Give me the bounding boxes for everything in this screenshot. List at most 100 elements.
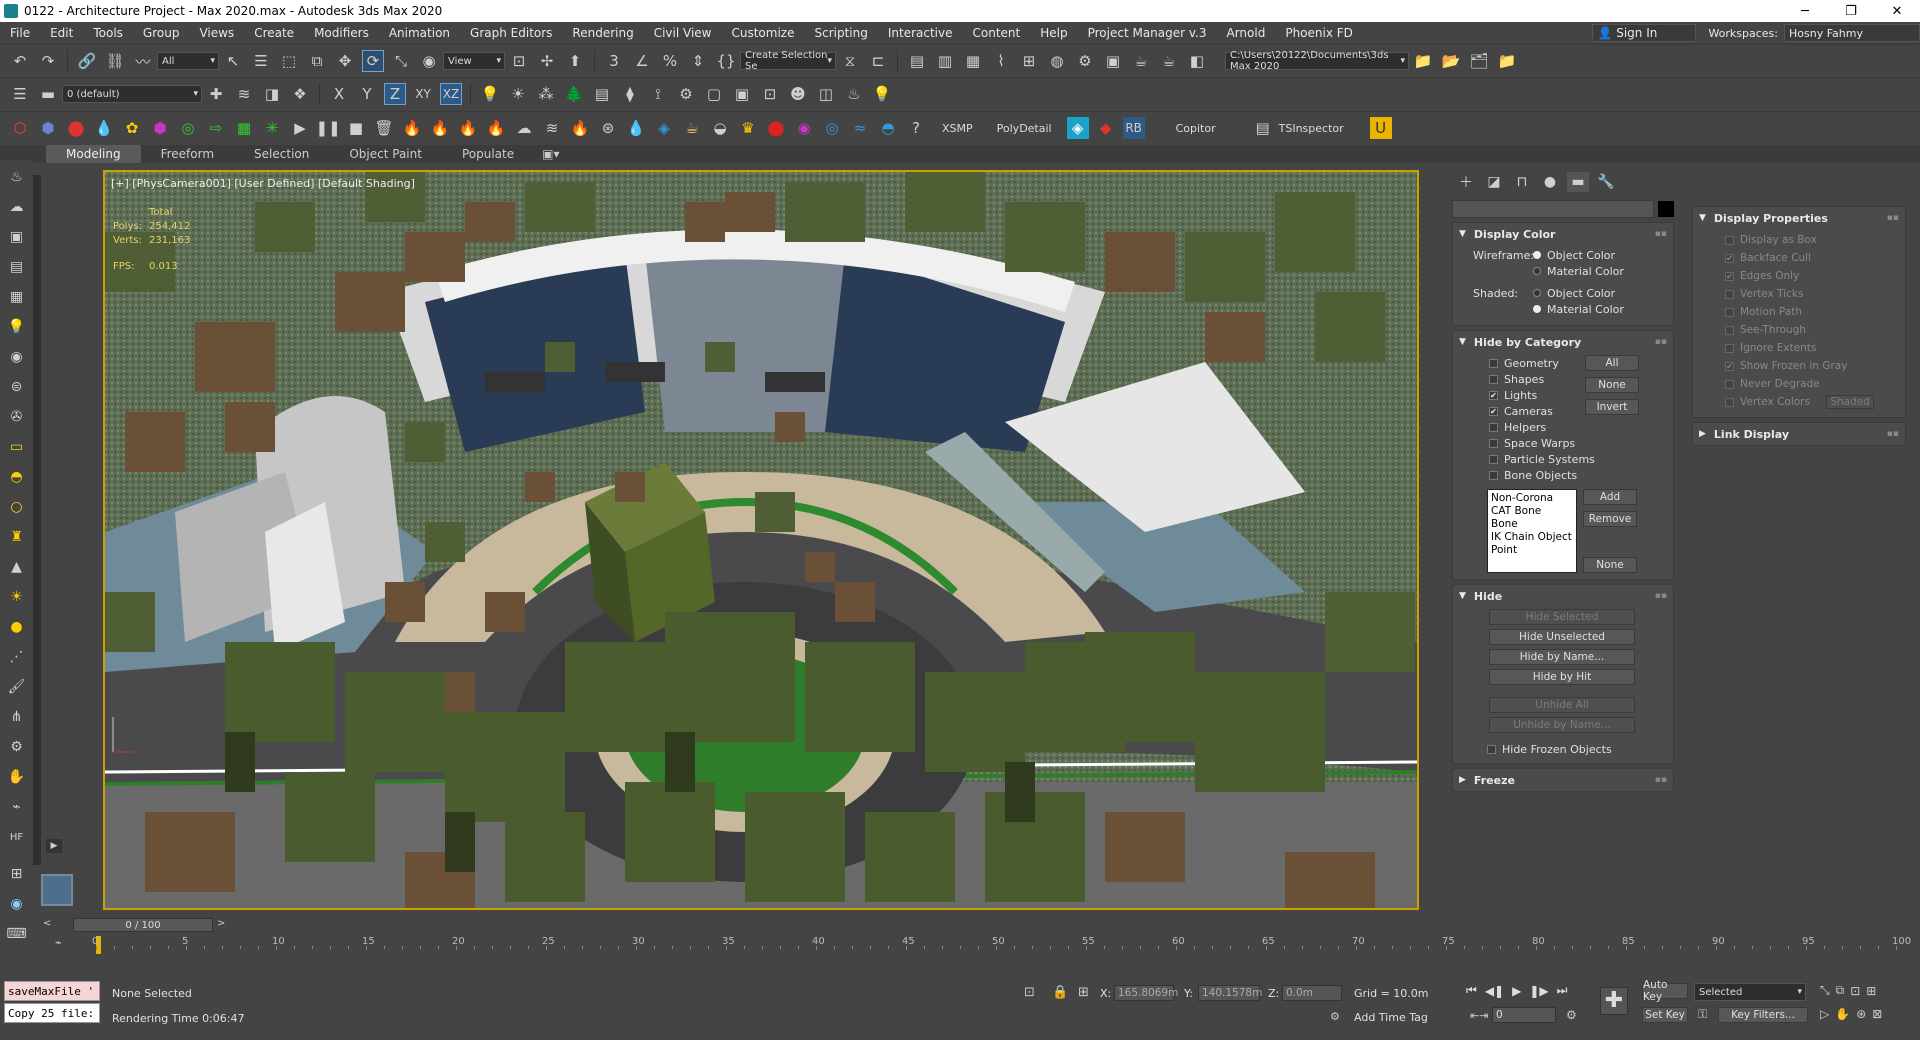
select-manipulate-icon[interactable]: ✢ [536,50,558,72]
bone-objects-checkbox[interactable] [1489,470,1498,480]
viewport-thumb[interactable] [41,874,73,906]
menu-create[interactable]: Create [244,26,304,40]
category-list[interactable]: Non-Corona CAT Bone Bone IK Chain Object… [1487,489,1577,573]
rendered-frame-icon[interactable]: ▣ [1102,50,1124,72]
object-name-field[interactable] [1452,200,1655,218]
project-folder4-icon[interactable]: 📁 [1496,50,1518,72]
hide-selected-button[interactable]: Hide Selected [1489,609,1635,625]
ribbon-options-icon[interactable]: ▣▾ [534,145,567,163]
plugin-diamond-icon[interactable]: ◆ [1095,117,1117,139]
dome-icon[interactable]: ◓ [5,465,29,489]
tsinspector-button[interactable]: TSInspector [1279,122,1344,135]
go-to-start-icon[interactable]: ⏮ [1466,983,1477,998]
menu-phoenix-fd[interactable]: Phoenix FD [1275,26,1363,40]
track-bar[interactable]: 0 5 10 15 20 25 30 35 40 45 50 55 60 65 70 75 80 85 90 95 10… [92,936,1911,954]
space-warps-checkbox[interactable] [1489,438,1498,448]
water-icon[interactable]: 💧 [93,117,115,139]
hide-by-hit-button[interactable]: Hide by Hit [1489,669,1635,685]
minimize-button[interactable]: ─ [1782,4,1828,19]
ribbon-tab-populate[interactable]: Populate [442,145,534,163]
layer-visibility-icon[interactable]: ▬ [37,83,59,105]
camera-viewport[interactable]: [+] [PhysCamera001] [User Defined] [Defa… [103,170,1419,910]
cup-icon[interactable]: ☕ [681,117,703,139]
people-icon[interactable]: ☻ [787,83,809,105]
key-filters-button[interactable]: Key Filters... [1718,1007,1808,1023]
cone-icon[interactable]: ▲ [5,555,29,579]
sun-left-icon[interactable]: ☀ [5,585,29,609]
record-icon[interactable]: ⬤ [765,117,787,139]
time-config-icon[interactable]: ⚙ [1566,1008,1577,1022]
fire-icon[interactable]: ⬤ [65,117,87,139]
list-item[interactable]: IK Chain Object [1491,531,1573,544]
project-path-dropdown[interactable]: C:\Users\20122\Documents\3ds Max 2020 [1225,50,1409,72]
bind-spacewarp-icon[interactable]: 〰 [132,50,154,72]
boot-icon[interactable]: ⌁ [5,795,29,819]
hide-header[interactable]: ▼ Hide ▪▪ [1453,585,1673,607]
table-icon[interactable]: ▦ [5,285,29,309]
key-selection-dropdown[interactable]: Selected [1694,983,1806,1001]
rotate-icon[interactable]: ⟳ [362,50,384,72]
isolate-icon[interactable]: ⊡ [1024,985,1035,1000]
menu-graph-editors[interactable]: Graph Editors [460,26,562,40]
frame-icon[interactable]: ⊡ [759,83,781,105]
menu-rendering[interactable]: Rendering [562,26,643,40]
geosphere-icon[interactable]: ⬢ [37,117,59,139]
viewport-icon[interactable]: ▣ [731,83,753,105]
go-to-end-icon[interactable]: ⏭ [1557,983,1568,998]
toggle-ribbon-icon[interactable]: ▥ [934,50,956,72]
material-editor-icon[interactable]: ◍ [1046,50,1068,72]
fire-sim3-icon[interactable]: 🔥 [457,117,479,139]
object-color-swatch[interactable] [1658,201,1674,217]
scale-icon[interactable]: ⤡ [390,50,412,72]
category-none-button[interactable]: None [1585,377,1639,393]
scene-explorer-icon[interactable]: ▦ [962,50,984,72]
curve-editor-icon[interactable]: ⌇ [990,50,1012,72]
display-as-box-checkbox[interactable] [1725,235,1734,245]
wind-icon[interactable]: ≋ [541,117,563,139]
lock-icon[interactable]: 🔒 [1052,985,1068,1000]
burst-icon[interactable]: ✳ [261,117,283,139]
fire-sim4-icon[interactable]: 🔥 [485,117,507,139]
cameras-checkbox[interactable]: ✔ [1489,406,1498,416]
time-prev-arrow[interactable]: < [43,918,51,929]
key-mode-icon[interactable]: ⇤⇥ [1470,1009,1488,1022]
maxscript-input[interactable]: saveMaxFile ' [4,981,100,1001]
menu-interactive[interactable]: Interactive [878,26,963,40]
create-tab-icon[interactable]: ＋ [1455,172,1477,192]
current-frame-field[interactable]: 0 [1492,1007,1556,1023]
fire-sim-icon[interactable]: 🔥 [401,117,423,139]
grid-left-icon[interactable]: ⊞ [5,862,29,886]
modify-tab-icon[interactable]: ◪ [1483,172,1505,192]
plane-icon[interactable]: ▭ [5,435,29,459]
photo-icon[interactable]: ▣ [5,225,29,249]
toggle-layer-explorer-icon[interactable]: ☰ [9,83,31,105]
trash-icon[interactable]: 🗑 [373,117,395,139]
shaded-material-color-radio[interactable] [1533,305,1541,313]
ribbon-tab-modeling[interactable]: Modeling [46,145,141,163]
percent-snap-icon[interactable]: % [659,50,681,72]
ribbon-tab-freeform[interactable]: Freeform [141,145,234,163]
hierarchy-tab-icon[interactable]: ⊓ [1511,172,1533,192]
box-icon[interactable]: ◫ [815,83,837,105]
menu-modifiers[interactable]: Modifiers [304,26,379,40]
angle-snap-icon[interactable]: ∠ [631,50,653,72]
gear-tool-icon[interactable]: ⚙ [675,83,697,105]
sign-in-dropdown[interactable]: 👤 Sign In [1592,24,1697,42]
axis-xy-button[interactable]: XY [412,83,434,105]
category-invert-button[interactable]: Invert [1585,399,1639,415]
unhide-by-name-button[interactable]: Unhide by Name... [1489,717,1635,733]
add-to-layer-icon[interactable]: ✚ [205,83,227,105]
wireframe-object-color-radio[interactable] [1533,251,1541,259]
list-icon[interactable]: ▤ [591,83,613,105]
zoom-icon[interactable]: ⤡ [1820,983,1830,998]
motion-path-checkbox[interactable] [1725,307,1734,317]
tsinspector-icon[interactable]: ▤ [1252,117,1274,139]
teapot-left-icon[interactable]: ♨ [5,165,29,189]
stairs-icon[interactable]: ⋰ [5,645,29,669]
drum-icon[interactable]: ⊜ [5,375,29,399]
close-button[interactable]: ✕ [1874,4,1920,19]
ocean-icon[interactable]: ◓ [877,117,899,139]
paint-icon[interactable]: 🖌 [5,675,29,699]
ref-coord-dropdown[interactable]: View [443,52,505,70]
layer-dropdown[interactable]: 0 (default) [62,85,202,103]
